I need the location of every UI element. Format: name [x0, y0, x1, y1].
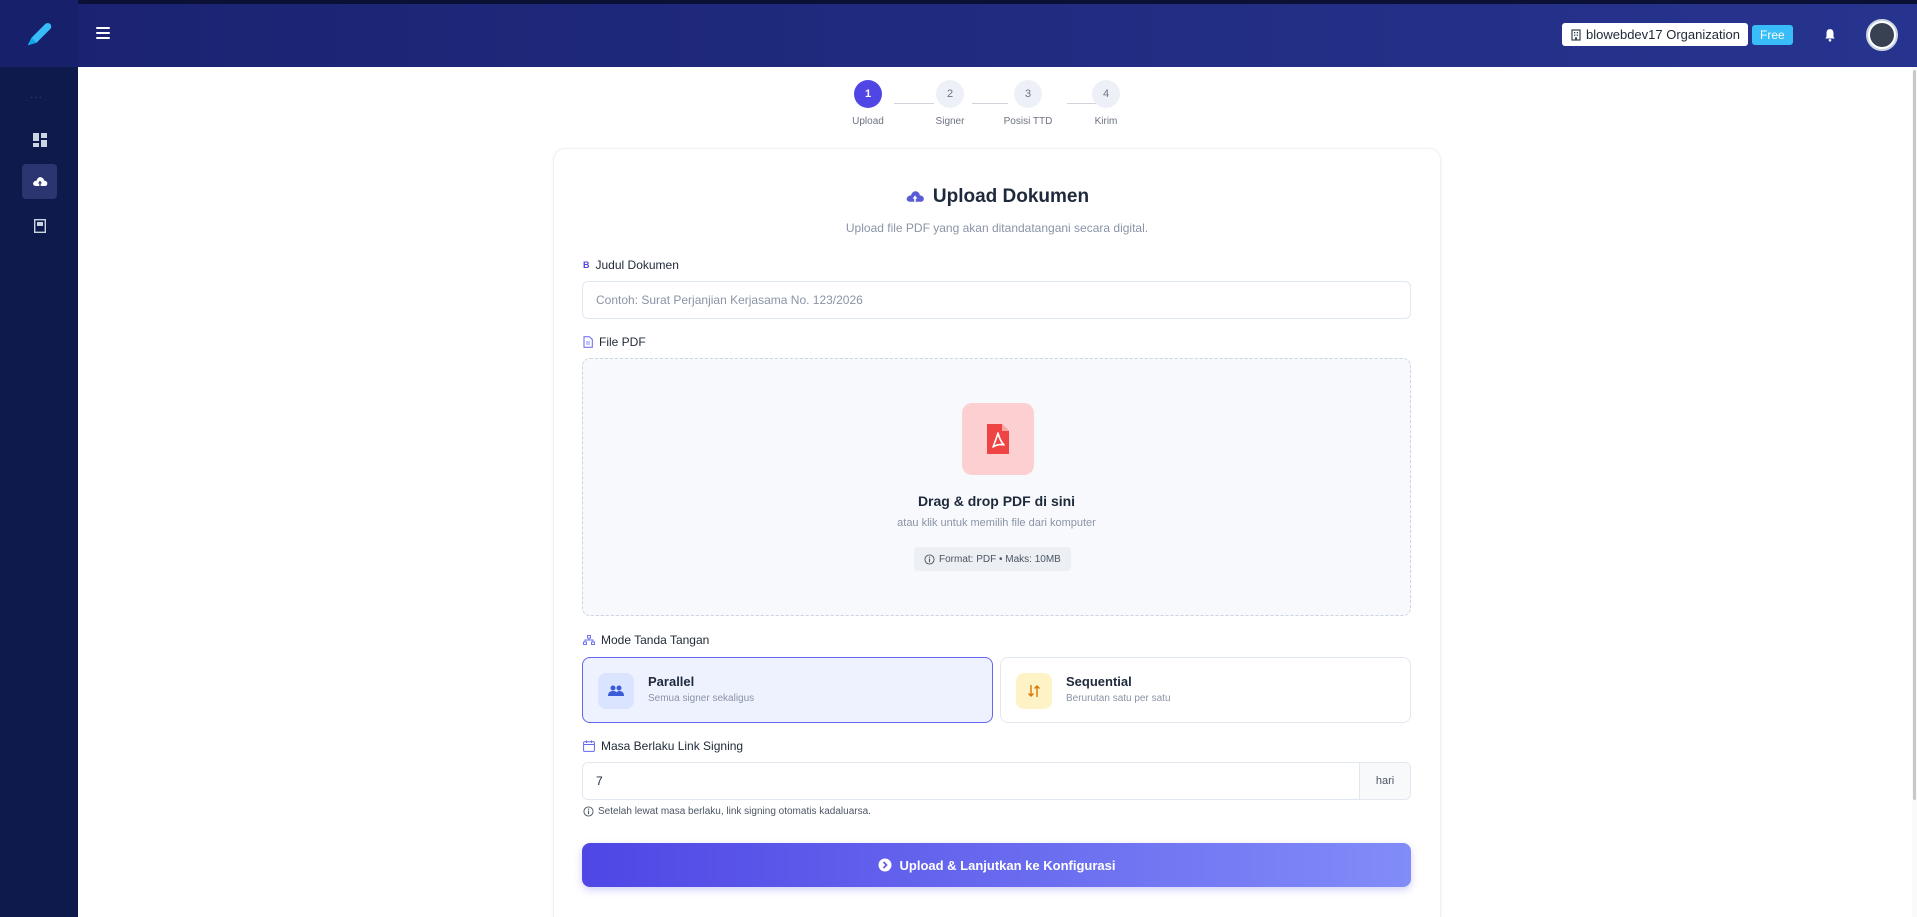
mode-option-parallel[interactable]: Parallel Semua signer sekaligus	[582, 657, 993, 723]
expiry-input-group: hari	[582, 762, 1411, 800]
file-pdf-label: File PDF	[583, 335, 646, 349]
step-label: Signer	[935, 116, 965, 127]
step-number: 4	[1092, 80, 1120, 108]
info-icon	[583, 806, 594, 817]
mode-title: Sequential	[1066, 674, 1132, 689]
mode-description: Semua signer sekaligus	[648, 693, 755, 704]
step-kirim[interactable]: 4 Kirim	[1076, 80, 1136, 127]
format-hint-text: Format: PDF • Maks: 10MB	[939, 553, 1061, 565]
arrow-circle-right-icon	[878, 858, 892, 872]
step-signer[interactable]: 2 Signer	[920, 80, 980, 127]
document-icon	[33, 218, 46, 233]
sidebar-item-dashboard[interactable]	[22, 122, 57, 157]
label-text: File PDF	[599, 335, 646, 349]
page-title: Upload Dokumen	[932, 186, 1090, 207]
step-number: 1	[854, 80, 882, 108]
form-header: Upload Dokumen	[553, 186, 1441, 208]
step-label: Upload	[852, 116, 884, 127]
mode-option-sequential[interactable]: Sequential Berurutan satu per satu	[1000, 657, 1411, 723]
sidebar-divider: ···	[30, 92, 43, 103]
step-posisi-ttd[interactable]: 3 Posisi TTD	[998, 80, 1058, 127]
expiry-label: Masa Berlaku Link Signing	[583, 739, 743, 753]
users-icon-tile	[598, 673, 634, 709]
sidebar-item-upload[interactable]	[22, 164, 57, 199]
step-label: Kirim	[1094, 116, 1118, 127]
dropzone-subtitle: atau klik untuk memilih file dari komput…	[897, 517, 1096, 529]
scrollbar-thumb[interactable]	[1913, 70, 1916, 800]
sitemap-icon	[583, 635, 595, 645]
format-hint: Format: PDF • Maks: 10MB	[914, 547, 1071, 571]
helper-text: Setelah lewat masa berlaku, link signing…	[598, 806, 871, 817]
pdf-tile	[962, 403, 1034, 475]
cloud-upload-icon	[906, 191, 924, 202]
file-pdf-icon	[583, 336, 593, 348]
button-label: Upload & Lanjutkan ke Konfigurasi	[899, 857, 1116, 873]
organization-name: blowebdev17 Organization	[1586, 27, 1740, 42]
hamburger-icon	[96, 27, 110, 29]
step-label: Posisi TTD	[1003, 116, 1053, 127]
building-icon	[1571, 28, 1581, 41]
mode-title: Parallel	[648, 674, 695, 689]
document-title-label: B Judul Dokumen	[583, 258, 679, 272]
sort-icon-tile	[1016, 673, 1052, 709]
wizard-stepper: 1 Upload 2 Signer 3 Posisi TTD 4 Kirim	[850, 80, 1150, 130]
document-title-input[interactable]	[582, 281, 1411, 319]
step-number: 3	[1014, 80, 1042, 108]
menu-toggle-button[interactable]	[96, 22, 118, 44]
page-subtitle: Upload file PDF yang akan ditandatangani…	[845, 221, 1149, 235]
label-text: Judul Dokumen	[595, 258, 679, 272]
pdf-dropzone[interactable]: Drag & drop PDF di sini atau klik untuk …	[582, 358, 1411, 616]
step-upload[interactable]: 1 Upload	[838, 80, 898, 127]
bold-b-icon: B	[583, 260, 590, 270]
upload-continue-button[interactable]: Upload & Lanjutkan ke Konfigurasi	[582, 843, 1411, 887]
user-avatar[interactable]	[1866, 19, 1898, 51]
step-number: 2	[936, 80, 964, 108]
expiry-days-input[interactable]	[583, 763, 1359, 799]
label-text: Masa Berlaku Link Signing	[601, 739, 744, 753]
notifications-button[interactable]	[1820, 25, 1840, 45]
sort-arrows-icon	[1028, 685, 1040, 697]
users-icon	[608, 685, 624, 696]
pdf-file-icon	[987, 424, 1009, 454]
avatar-image	[1870, 23, 1894, 47]
bell-icon	[1825, 29, 1835, 42]
cloud-upload-icon	[32, 176, 47, 186]
brand-logo[interactable]	[0, 0, 78, 67]
sidebar-item-documents[interactable]	[22, 208, 57, 243]
pen-icon	[27, 22, 52, 45]
expiry-unit: hari	[1359, 763, 1410, 799]
signing-mode-label: Mode Tanda Tangan	[583, 633, 709, 647]
calendar-icon	[583, 740, 595, 752]
dropzone-title: Drag & drop PDF di sini	[917, 493, 1076, 509]
expiry-helper: Setelah lewat masa berlaku, link signing…	[583, 806, 871, 817]
label-text: Mode Tanda Tangan	[601, 633, 710, 647]
plan-badge: Free	[1752, 25, 1793, 45]
mode-description: Berurutan satu per satu	[1066, 693, 1171, 704]
dashboard-icon	[32, 132, 47, 147]
organization-switcher[interactable]: blowebdev17 Organization	[1562, 23, 1748, 46]
info-icon	[924, 553, 935, 565]
